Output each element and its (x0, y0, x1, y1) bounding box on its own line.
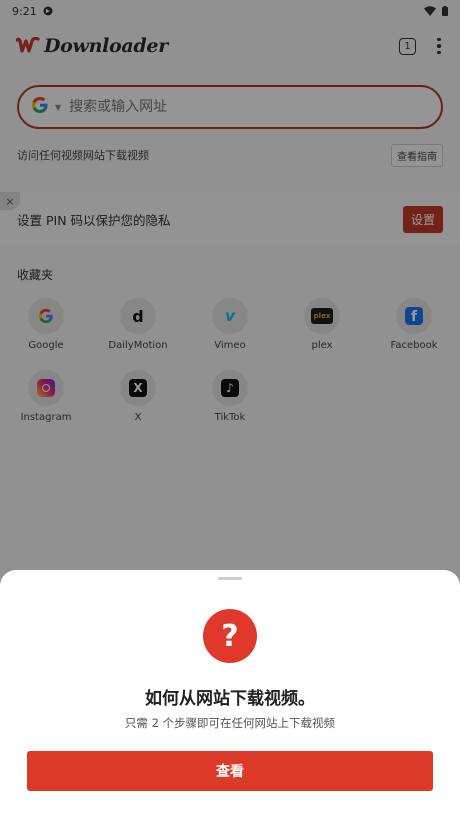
sheet-subtitle: 只需 2 个步骤即可在任何网站上下载视频 (124, 716, 336, 730)
drag-handle[interactable] (218, 577, 242, 580)
sheet-title: 如何从网站下载视频。 (145, 689, 315, 709)
question-icon: ? (203, 609, 257, 663)
view-button[interactable]: 查看 (27, 751, 433, 791)
bottom-sheet: ? 如何从网站下载视频。 只需 2 个步骤即可在任何网站上下载视频 查看 (0, 570, 460, 819)
